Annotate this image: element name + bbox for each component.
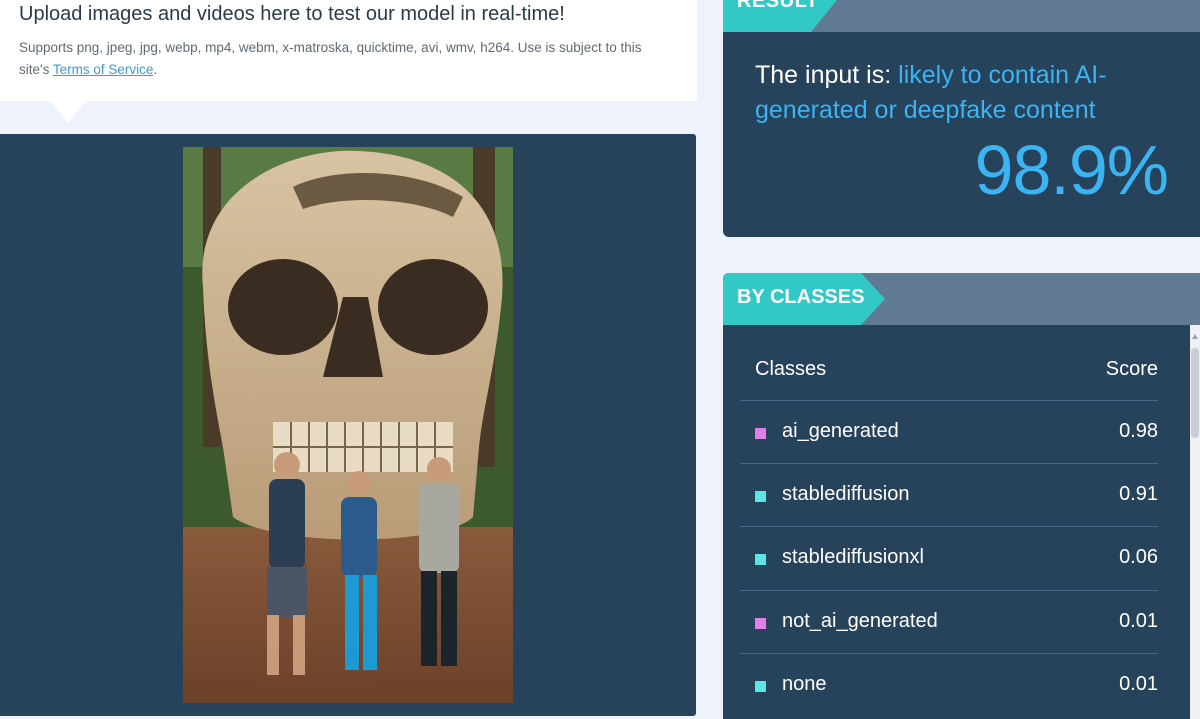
upload-info-card: Upload images and videos here to test ou… [0,0,697,101]
upload-description: Supports png, jpeg, jpg, webp, mp4, webm… [19,37,659,81]
terms-of-service-link[interactable]: Terms of Service [53,62,154,77]
class-label: not_ai_generated [782,610,938,632]
class-row: none 0.01 [740,653,1158,717]
column-header-classes: Classes [755,358,827,380]
class-color-swatch [755,428,766,439]
result-percentage: 98.9% [974,131,1169,209]
result-tag-label: RESULT [737,0,819,12]
class-color-swatch [755,681,766,692]
scroll-up-arrow-icon[interactable] [1192,334,1198,339]
class-color-swatch [755,618,766,629]
description-suffix: . [153,62,158,77]
class-label: ai_generated [782,420,899,442]
classes-tag-label: BY CLASSES [737,286,865,308]
class-label: stablediffusionxl [782,546,924,568]
result-prefix: The input is: [755,61,899,89]
class-score: 0.98 [1119,420,1158,442]
scrollbar-thumb[interactable] [1191,348,1199,438]
by-classes-card: BY CLASSES Classes Score ai_generated 0.… [723,273,1200,719]
class-row: not_ai_generated 0.01 [740,590,1158,654]
class-row: stablediffusionxl 0.06 [740,526,1158,590]
card-pointer [50,101,86,123]
class-label: stablediffusion [782,483,910,505]
class-score: 0.06 [1119,546,1158,568]
class-score: 0.01 [1119,673,1158,695]
class-label: none [782,673,827,695]
class-color-swatch [755,554,766,565]
class-row: stablediffusion 0.91 [740,463,1158,527]
result-statement: The input is: likely to contain AI-gener… [755,58,1175,128]
class-row: ai_generated 0.98 [740,400,1158,464]
class-score: 0.91 [1119,483,1158,505]
upload-title: Upload images and videos here to test ou… [19,3,565,25]
column-header-score: Score [1105,358,1158,380]
media-preview-panel [0,134,696,716]
class-color-swatch [755,491,766,502]
uploaded-image [183,147,513,703]
class-score: 0.01 [1119,610,1158,632]
